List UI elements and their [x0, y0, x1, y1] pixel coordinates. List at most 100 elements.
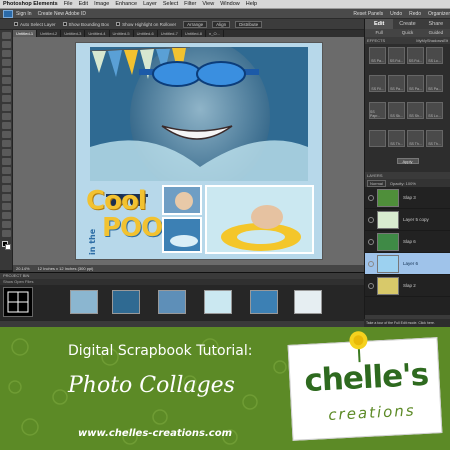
promo-url[interactable]: www.chelles-creations.com [78, 428, 232, 439]
organizer-button[interactable]: Organizer [428, 11, 450, 17]
redo-button[interactable]: Redo [409, 11, 421, 17]
shape-tool-icon[interactable] [2, 212, 11, 219]
straighten-tool-icon[interactable] [2, 131, 11, 138]
tour-hint-link[interactable]: Take a tour of the Full Edit mode. Click… [364, 319, 450, 327]
create-id-link[interactable]: Create New Adobe ID [38, 11, 86, 17]
effect-thumb[interactable]: SS Lo... [426, 47, 443, 64]
menu-filter[interactable]: Filter [184, 1, 196, 7]
menu-layer[interactable]: Layer [143, 1, 157, 7]
color-swatches-icon[interactable] [2, 241, 11, 250]
effect-thumb[interactable]: SS Th... [407, 129, 424, 147]
photo-child-on-float[interactable] [205, 185, 314, 254]
menu-help[interactable]: Help [246, 1, 257, 7]
tab-document-5[interactable]: Untitled-5 [110, 30, 134, 37]
effect-thumb[interactable]: SS Fil... [369, 74, 386, 92]
menu-enhance[interactable]: Enhance [115, 1, 137, 7]
menu-file[interactable]: File [64, 1, 73, 7]
layer-row[interactable]: Slap 2 [365, 275, 450, 297]
brush-tool-icon[interactable] [2, 176, 11, 183]
hand-tool-icon[interactable] [2, 50, 11, 57]
tab-document-2[interactable]: Untitled-2 [37, 30, 62, 37]
tab-document-7[interactable]: Untitled-7 [158, 30, 182, 37]
main-photo-swimmer[interactable] [90, 47, 308, 181]
eyedropper-tool-icon[interactable] [2, 59, 11, 66]
tab-share[interactable]: Share [422, 19, 450, 29]
effect-thumb[interactable]: SS Th... [388, 129, 405, 147]
sign-in-link[interactable]: Sign In [16, 11, 32, 17]
gradient-tool-icon[interactable] [2, 203, 11, 210]
effect-thumb[interactable]: SS Pa... [369, 47, 386, 64]
apply-button[interactable]: Apply [396, 158, 419, 164]
visibility-eye-icon[interactable] [368, 216, 374, 223]
scrapbook-page[interactable]: Cool in the POOL [76, 43, 322, 259]
tab-document-4[interactable]: Untitled-4 [85, 30, 110, 37]
effect-thumb[interactable]: SS Th... [426, 129, 443, 147]
lasso-tool-icon[interactable] [2, 77, 11, 84]
menu-image[interactable]: Image [94, 1, 109, 7]
zoom-tool-icon[interactable] [2, 41, 11, 48]
eraser-tool-icon[interactable] [2, 167, 11, 174]
smart-brush-tool-icon[interactable] [2, 185, 11, 192]
bin-thumbnail[interactable] [250, 290, 278, 314]
bin-thumbnail[interactable] [294, 290, 322, 314]
marquee-tool-icon[interactable] [2, 68, 11, 75]
type-tool-icon[interactable] [2, 104, 11, 111]
align-dropdown[interactable]: Align [212, 20, 231, 28]
tab-edit[interactable]: Edit [365, 19, 394, 29]
bin-thumbnail[interactable] [112, 290, 140, 314]
magic-wand-tool-icon[interactable] [2, 86, 11, 93]
visibility-eye-icon[interactable] [368, 282, 374, 289]
auto-select-checkbox[interactable] [14, 22, 18, 26]
layer-row-selected[interactable]: Layer 6 [365, 253, 450, 275]
undo-button[interactable]: Undo [390, 11, 402, 17]
effect-thumb[interactable]: SS Sh... [407, 102, 424, 119]
reset-panels-button[interactable]: Reset Panels [353, 11, 383, 17]
move-tool-icon[interactable] [2, 32, 11, 39]
effect-thumb[interactable]: SS Fol... [388, 47, 405, 64]
highlight-checkbox[interactable] [116, 22, 121, 26]
subtab-guided[interactable]: Guided [422, 29, 450, 37]
effect-thumb[interactable]: SS Fol... [407, 47, 424, 64]
blend-mode-dropdown[interactable]: Normal [367, 179, 386, 187]
red-eye-tool-icon[interactable] [2, 140, 11, 147]
quick-selection-tool-icon[interactable] [2, 95, 11, 102]
tab-document-6[interactable]: Untitled-6 [134, 30, 158, 37]
arrange-dropdown[interactable]: Arrange [183, 20, 208, 28]
clone-stamp-tool-icon[interactable] [2, 158, 11, 165]
distribute-dropdown[interactable]: Distribute [235, 20, 263, 28]
layer-row[interactable]: Layer 5 copy [365, 209, 450, 231]
visibility-eye-icon[interactable] [368, 238, 374, 245]
effects-filter-dropdown[interactable]: MyMyShadowsElt [416, 37, 448, 44]
effect-thumb[interactable]: SS Lo... [426, 102, 443, 119]
tab-document-9[interactable]: n_O... [206, 30, 224, 37]
menu-window[interactable]: Window [220, 1, 240, 7]
bounding-box-checkbox[interactable] [62, 22, 67, 26]
menu-select[interactable]: Select [163, 1, 178, 7]
visibility-eye-icon[interactable] [368, 194, 374, 201]
sponge-tool-icon[interactable] [2, 230, 11, 237]
layer-row[interactable]: Slap 3 [365, 187, 450, 209]
menu-app-name[interactable]: Photoshop Elements [3, 1, 58, 7]
cookie-cutter-tool-icon[interactable] [2, 122, 11, 129]
bin-thumbnail[interactable] [158, 290, 186, 314]
effect-thumb[interactable] [369, 129, 386, 147]
paint-bucket-tool-icon[interactable] [2, 194, 11, 201]
subtab-full[interactable]: Full [365, 29, 393, 37]
effect-thumb[interactable]: SS Pa... [426, 74, 443, 92]
tab-document-3[interactable]: Untitled-3 [61, 30, 86, 37]
visibility-eye-icon[interactable] [368, 260, 374, 267]
crop-tool-icon[interactable] [2, 113, 11, 120]
bin-thumbnail[interactable] [204, 290, 232, 314]
tab-create[interactable]: Create [393, 19, 421, 29]
menu-view[interactable]: View [202, 1, 214, 7]
tab-document-8[interactable]: Untitled-8 [182, 30, 206, 37]
photo-baby-in-pool[interactable] [162, 185, 202, 215]
effect-thumb[interactable]: SS Pa... [388, 74, 405, 92]
photo-pool-splash[interactable] [162, 217, 202, 253]
effect-thumb[interactable]: SS Sk... [388, 102, 405, 119]
document-canvas[interactable]: Cool in the POOL [13, 37, 364, 265]
blur-tool-icon[interactable] [2, 221, 11, 228]
menu-edit[interactable]: Edit [79, 1, 88, 7]
subtab-quick[interactable]: Quick [393, 29, 421, 37]
effect-thumb[interactable]: SS Papr... [369, 102, 386, 119]
